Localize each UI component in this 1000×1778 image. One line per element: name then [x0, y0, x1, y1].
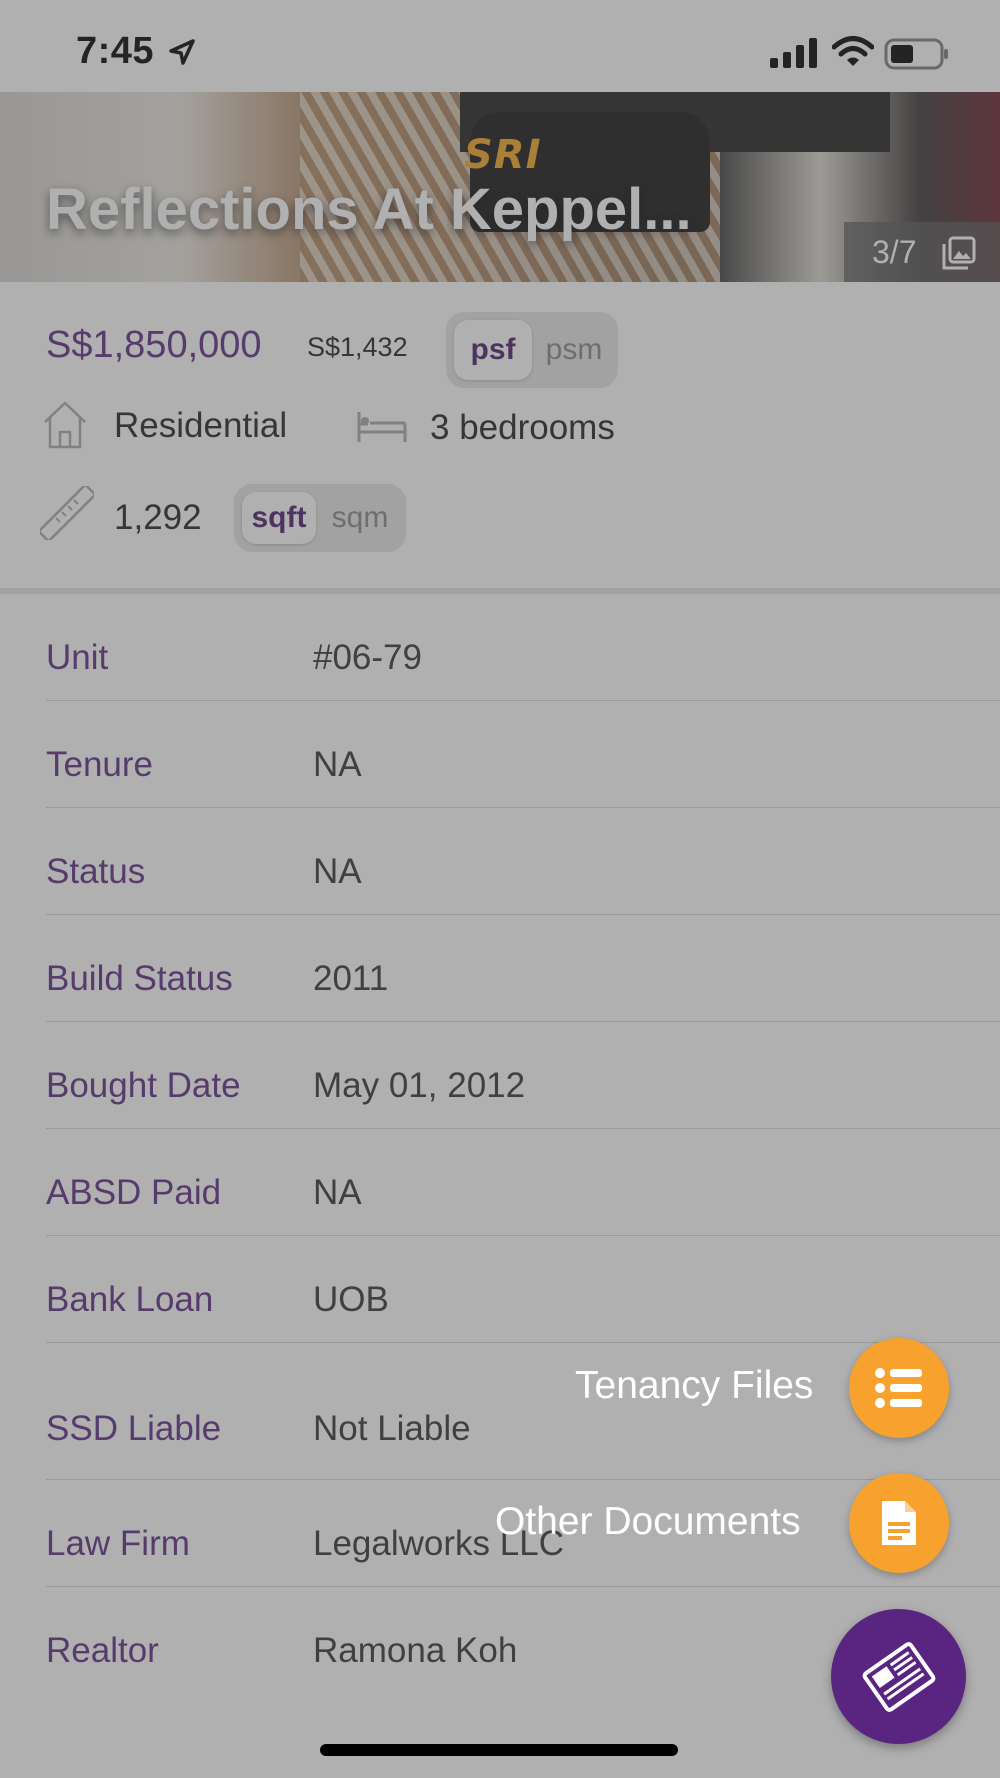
list-icon [875, 1368, 922, 1408]
newspaper-icon [862, 1641, 935, 1712]
home-indicator[interactable] [320, 1744, 678, 1756]
document-icon [882, 1501, 916, 1545]
tenancy-files-button[interactable] [849, 1338, 949, 1438]
other-documents-label[interactable]: Other Documents [495, 1500, 801, 1544]
other-documents-button[interactable] [849, 1473, 949, 1573]
documents-fab-button[interactable] [831, 1609, 966, 1744]
tenancy-files-label[interactable]: Tenancy Files [575, 1364, 813, 1408]
